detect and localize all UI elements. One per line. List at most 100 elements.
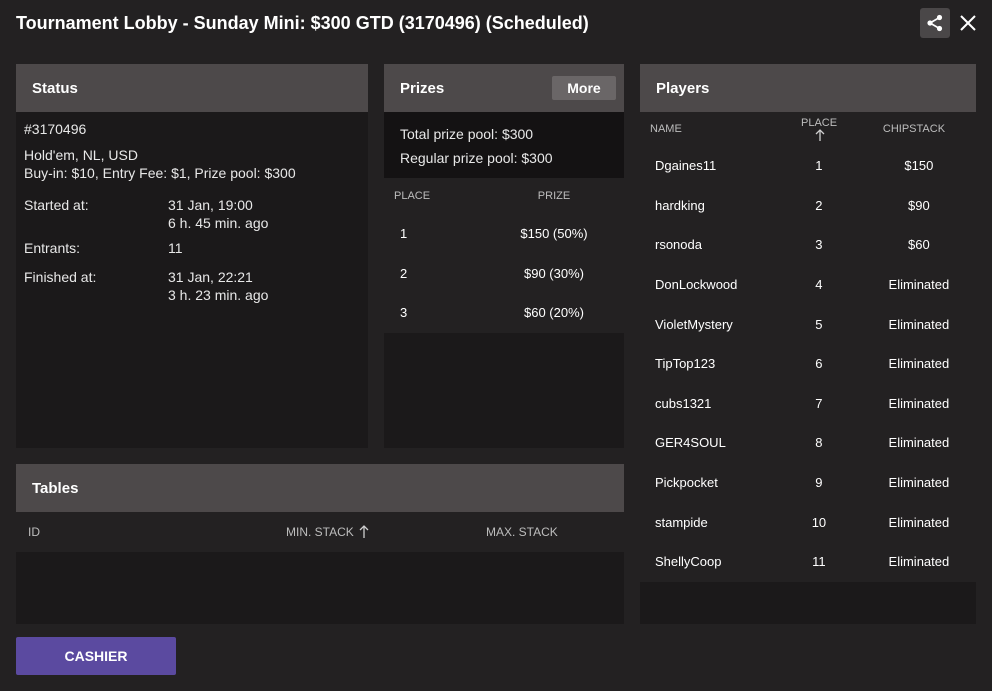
player-row[interactable]: GER4SOUL 8 Eliminated xyxy=(640,423,976,463)
player-place: 1 xyxy=(815,158,823,174)
player-row[interactable]: ShellyCoop 11 Eliminated xyxy=(640,542,976,582)
prizes-title: Prizes xyxy=(400,79,445,97)
buyin-info: Buy-in: $10, Entry Fee: $1, Prize pool: … xyxy=(24,165,296,181)
prize-amount: $60 (20%) xyxy=(524,305,584,321)
prize-row: 2 $90 (30%) xyxy=(384,254,624,294)
player-name: ShellyCoop xyxy=(655,554,722,570)
prizes-column-headers: PLACE PRIZE xyxy=(384,178,624,214)
player-row[interactable]: cubs1321 7 Eliminated xyxy=(640,384,976,424)
sort-arrow-up-icon xyxy=(359,525,369,538)
tables-title: Tables xyxy=(32,479,79,497)
player-row[interactable]: hardking 2 $90 xyxy=(640,186,976,226)
player-chipstack: Eliminated xyxy=(888,395,950,411)
finished-value: 31 Jan, 22:21 xyxy=(168,269,253,285)
player-chipstack: Eliminated xyxy=(888,475,950,491)
player-row[interactable]: VioletMystery 5 Eliminated xyxy=(640,304,976,344)
players-header: Players xyxy=(640,64,976,112)
player-name: GER4SOUL xyxy=(655,435,726,451)
player-place: 5 xyxy=(815,316,823,332)
started-label: Started at: xyxy=(24,197,89,213)
finished-ago: 3 h. 23 min. ago xyxy=(168,287,269,303)
player-col-chipstack[interactable]: CHIPSTACK xyxy=(842,123,976,135)
players-column-headers: NAME PLACE CHIPSTACK xyxy=(640,112,976,146)
player-chipstack: Eliminated xyxy=(888,277,950,293)
player-place: 11 xyxy=(812,554,826,570)
total-prize-pool: Total prize pool: $300 xyxy=(400,126,534,142)
tournament-id: #3170496 xyxy=(24,121,87,137)
player-chipstack: $90 xyxy=(908,197,930,213)
player-chipstack: $150 xyxy=(904,158,934,174)
player-name: VioletMystery xyxy=(655,316,733,332)
player-place: 6 xyxy=(815,356,823,372)
status-title: Status xyxy=(32,79,78,97)
player-name: cubs1321 xyxy=(655,395,712,411)
finished-label: Finished at: xyxy=(24,269,97,285)
player-row[interactable]: TipTop123 6 Eliminated xyxy=(640,344,976,384)
started-value: 31 Jan, 19:00 xyxy=(168,197,253,213)
player-place: 7 xyxy=(815,395,823,411)
window-title: Tournament Lobby - Sunday Mini: $300 GTD… xyxy=(16,13,589,33)
player-chipstack: Eliminated xyxy=(888,316,950,332)
sort-arrow-up-icon xyxy=(815,128,825,141)
player-place: 9 xyxy=(815,475,823,491)
player-place: 3 xyxy=(815,237,823,253)
player-row[interactable]: rsonoda 3 $60 xyxy=(640,225,976,265)
player-place: 10 xyxy=(811,514,827,530)
players-title: Players xyxy=(656,79,710,97)
table-col-min-stack: MIN. STACK xyxy=(286,525,354,539)
player-row[interactable]: DonLockwood 4 Eliminated xyxy=(640,265,976,305)
player-row[interactable]: stampide 10 Eliminated xyxy=(640,502,976,542)
prizes-panel: Prizes More Total prize pool: $300 Regul… xyxy=(384,64,624,448)
prize-row: 1 $150 (50%) xyxy=(384,214,624,254)
more-button[interactable]: More xyxy=(552,76,616,100)
player-row[interactable]: Pickpocket 9 Eliminated xyxy=(640,463,976,503)
table-col-max-stack[interactable]: MAX. STACK xyxy=(476,525,616,539)
tables-panel: Tables ID MIN. STACK MAX. STACK xyxy=(16,464,624,624)
player-name: TipTop123 xyxy=(655,356,716,372)
prize-col-place[interactable]: PLACE xyxy=(384,190,454,202)
game-type: Hold'em, NL, USD xyxy=(24,147,138,163)
regular-prize-pool: Regular prize pool: $300 xyxy=(400,150,553,166)
player-col-name[interactable]: NAME xyxy=(640,123,772,135)
tables-column-headers: ID MIN. STACK MAX. STACK xyxy=(16,512,624,552)
prizes-header: Prizes More xyxy=(384,64,624,112)
status-panel: Status #3170496 Hold'em, NL, USD Buy-in:… xyxy=(16,64,368,448)
player-chipstack: Eliminated xyxy=(888,435,950,451)
player-chipstack: Eliminated xyxy=(888,356,950,372)
player-name: Pickpocket xyxy=(655,475,718,491)
player-name: DonLockwood xyxy=(655,277,738,293)
started-ago: 6 h. 45 min. ago xyxy=(168,215,269,231)
player-row[interactable]: Dgaines11 1 $150 xyxy=(640,146,976,186)
player-name: hardking xyxy=(655,197,705,213)
player-chipstack: Eliminated xyxy=(888,514,950,530)
table-col-id[interactable]: ID xyxy=(16,525,276,539)
player-name: Dgaines11 xyxy=(655,158,717,174)
player-col-place: PLACE xyxy=(801,116,838,129)
status-header: Status xyxy=(16,64,368,112)
prize-pool-summary: Total prize pool: $300 Regular prize poo… xyxy=(384,112,624,178)
table-col-min-stack-sort[interactable]: MIN. STACK xyxy=(276,525,476,539)
prize-row: 3 $60 (20%) xyxy=(384,293,624,333)
prize-amount: $150 (50%) xyxy=(520,226,588,242)
prize-col-prize[interactable]: PRIZE xyxy=(454,190,624,202)
prize-place: 3 xyxy=(400,305,408,321)
player-chipstack: $60 xyxy=(908,237,930,253)
player-name: stampide xyxy=(655,514,708,530)
prize-amount: $90 (30%) xyxy=(524,265,584,281)
share-icon xyxy=(927,14,943,32)
player-col-place-sort[interactable]: PLACE xyxy=(772,117,842,142)
player-place: 8 xyxy=(815,435,823,451)
entrants-value: 11 xyxy=(168,240,183,256)
player-chipstack: Eliminated xyxy=(888,554,950,570)
player-place: 4 xyxy=(815,277,823,293)
tables-header: Tables xyxy=(16,464,624,512)
player-place: 2 xyxy=(815,197,823,213)
share-button[interactable] xyxy=(920,8,950,38)
cashier-button[interactable]: CASHIER xyxy=(16,637,176,675)
close-button[interactable] xyxy=(956,10,980,36)
entrants-label: Entrants: xyxy=(24,240,81,256)
player-name: rsonoda xyxy=(655,237,702,253)
prize-place: 1 xyxy=(400,226,408,242)
players-panel: Players NAME PLACE CHIPSTACK Dgaines11 1… xyxy=(640,64,976,624)
close-icon xyxy=(960,15,976,31)
